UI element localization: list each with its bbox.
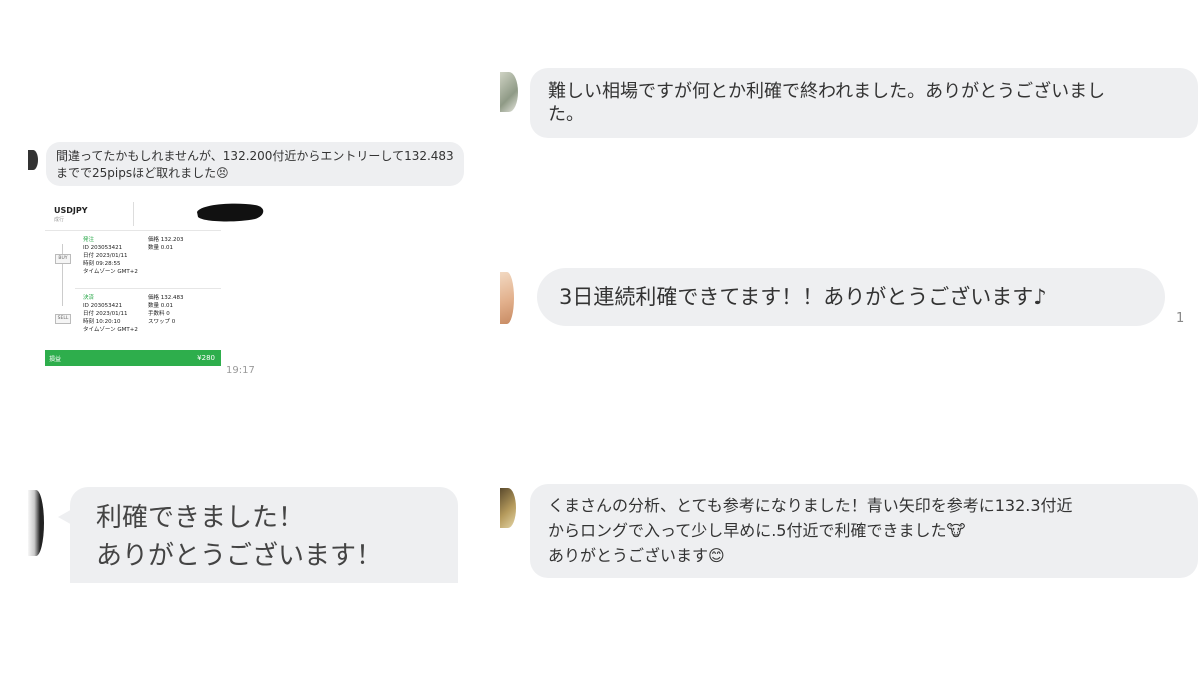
trade-result-card: USDJPY 成行 発注 ID 203053421 日付 2023/01/11 … [45, 198, 264, 366]
message-line-1: 利確できました！ [96, 503, 305, 533]
message-bubble-profit: 利確できました！ ありがとうございます！ [70, 487, 458, 583]
message-line-2: ありがとうございます！ [96, 541, 383, 571]
avatar [28, 490, 44, 556]
profit-label: 損益 [49, 356, 62, 363]
buy-tag: BUY [55, 254, 71, 264]
open-timezone: タイムゾーン GMT+2 [83, 269, 138, 275]
message-bubble-entry: 間違ってたかもしれませんが、132.200付近からエントリーして132.483ま… [46, 142, 464, 186]
avatar [500, 272, 514, 324]
message-line-1: 難しい相場ですが何とか利確で終われました。ありがとうございまし [548, 81, 1106, 102]
timestamp: 19:17 [226, 365, 255, 376]
message-text: 3日連続利確できてます！！ありがとうございます♪ [559, 285, 1047, 309]
message-bubble-three-days: 3日連続利確できてます！！ありがとうございます♪ [537, 268, 1165, 326]
divider [133, 202, 134, 226]
message-bubble-analysis: くまさんの分析、とても参考になりました！青い矢印を参考に132.3付近 からロン… [530, 484, 1198, 578]
close-swap: スワップ 0 [148, 319, 176, 325]
close-timezone: タイムゾーン GMT+2 [83, 327, 138, 333]
avatar [500, 72, 518, 112]
order-type-label: 成行 [54, 217, 65, 223]
divider [45, 230, 221, 231]
read-count: 1 [1176, 311, 1185, 326]
profit-value: ¥280 [197, 354, 215, 362]
divider [75, 288, 221, 289]
symbol-label: USDJPY [54, 206, 88, 215]
message-line-3: ありがとうございます😊 [548, 546, 725, 565]
profit-bar: 損益 ¥280 [45, 350, 221, 366]
message-line-1: くまさんの分析、とても参考になりました！青い矢印を参考に132.3付近 [548, 496, 1073, 515]
open-qty: 数量 0.01 [148, 245, 173, 251]
message-line-2: からロングで入って少し早めに.5付近で利確できました🐮 [548, 521, 966, 540]
sell-tag: SELL [55, 314, 71, 324]
avatar [28, 150, 38, 170]
redaction-mark [197, 203, 264, 222]
message-line-2: た。 [548, 104, 584, 125]
message-bubble-difficult-market: 難しい相場ですが何とか利確で終われました。ありがとうございまし た。 [530, 68, 1198, 138]
avatar [500, 488, 516, 528]
message-text: 間違ってたかもしれませんが、132.200付近からエントリーして132.483ま… [56, 149, 454, 180]
